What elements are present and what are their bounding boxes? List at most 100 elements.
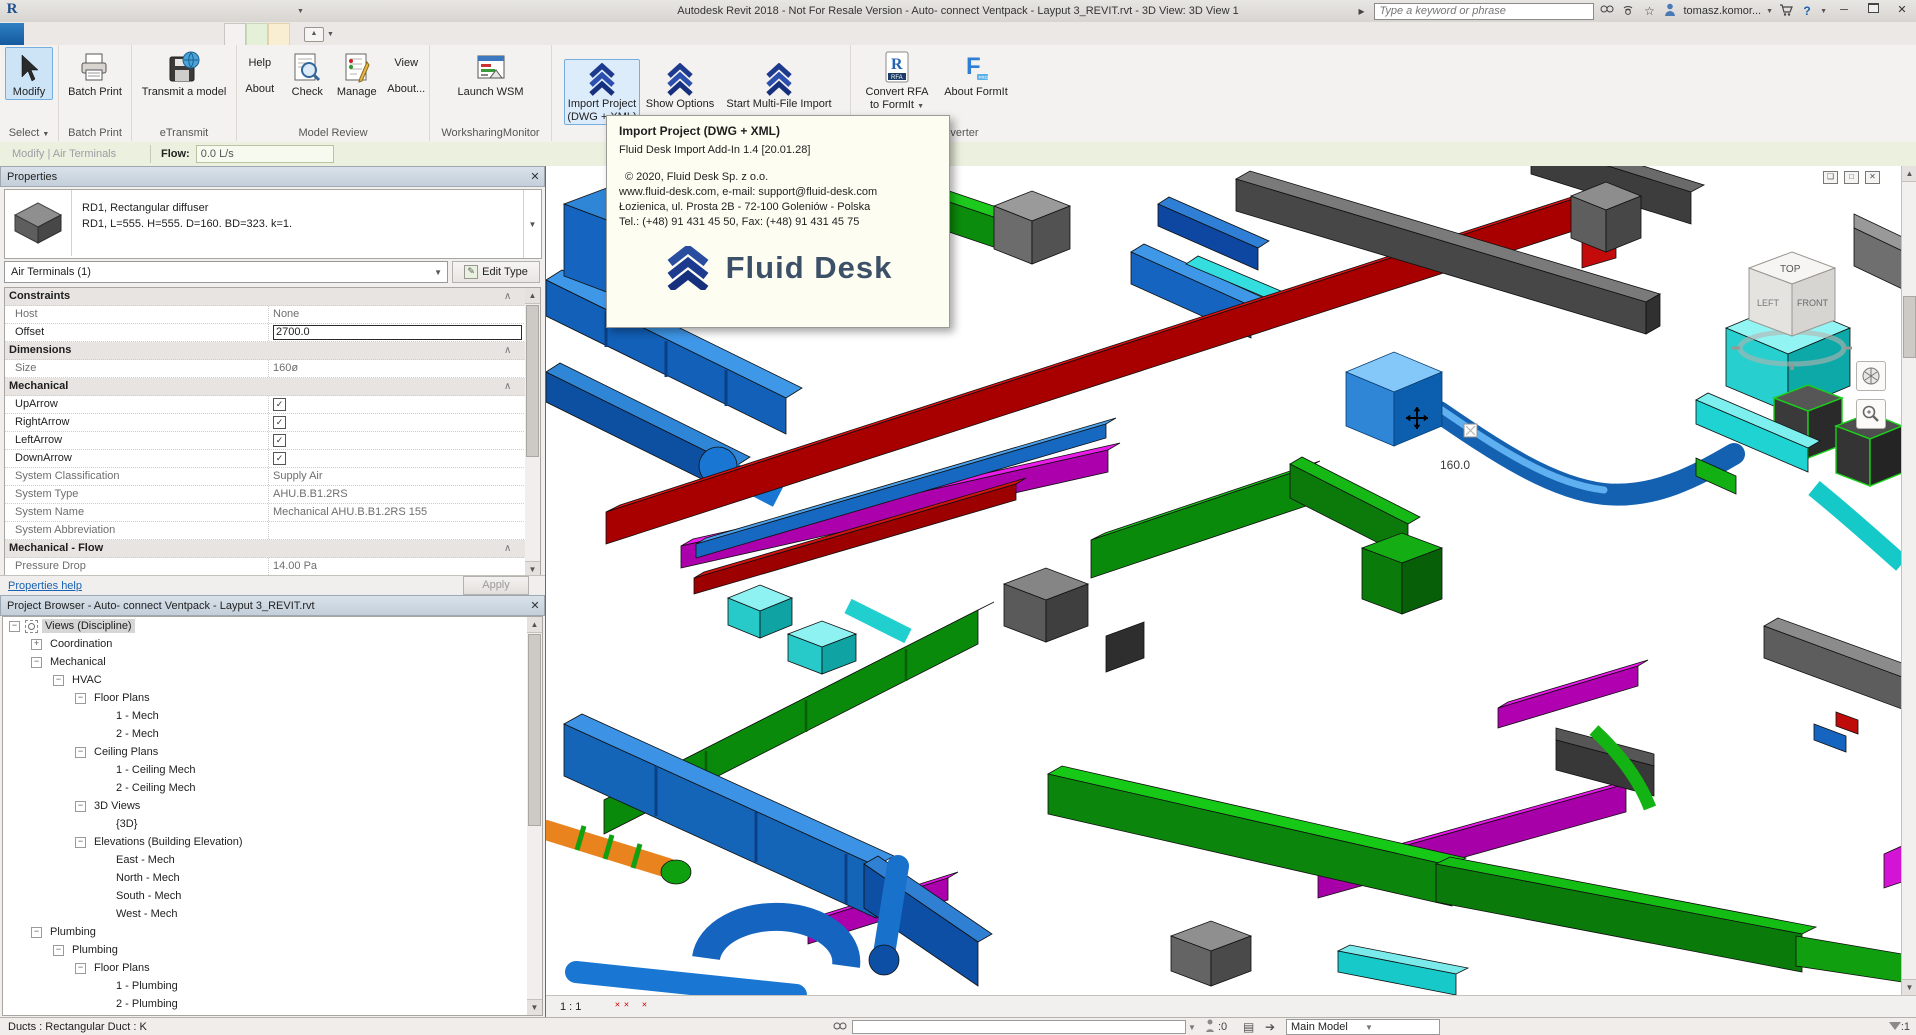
view-restore-icon[interactable]: ❏ (1823, 171, 1838, 184)
view-close-icon[interactable]: ✕ (1865, 171, 1880, 184)
property-row[interactable]: Size ✓160ø ∧ (5, 360, 526, 378)
design-options-combo[interactable]: Main Model▼ (1286, 1019, 1440, 1035)
ribbon-collapse-control[interactable]: ▲▼ (304, 27, 334, 42)
qat-icon[interactable] (208, 3, 224, 19)
help-icon[interactable]: ? (1799, 4, 1815, 18)
properties-close-icon[interactable]: ✕ (526, 170, 544, 183)
qat-icon[interactable] (64, 3, 80, 19)
view-maximize-icon[interactable]: □ (1844, 171, 1859, 184)
ribbon-tab[interactable] (84, 23, 104, 45)
ribbon-tab[interactable] (64, 23, 84, 45)
tree-item[interactable]: − Elevations (Building Elevation) (3, 833, 529, 851)
qat-icon[interactable] (262, 3, 278, 19)
apply-button[interactable]: Apply (463, 576, 529, 595)
launch-wsm-button[interactable]: Launch WSM (440, 47, 542, 100)
ribbon-tab[interactable] (246, 23, 268, 45)
property-row[interactable]: Offset ✓2700.0 ∧ (5, 324, 526, 342)
element-filter-combo[interactable]: Air Terminals (1)▼ (4, 261, 448, 283)
type-selector[interactable]: RD1, Rectangular diffuser RD1, L=555. H=… (4, 189, 542, 259)
infocenter-toggle-icon[interactable]: ▸ (1353, 4, 1369, 18)
tree-item[interactable]: 2 - Mech (3, 725, 529, 743)
qat-icon[interactable] (154, 3, 170, 19)
modify-button[interactable]: Modify (5, 47, 53, 100)
tree-toggle-icon[interactable]: − (75, 693, 86, 704)
property-row[interactable]: Mechanical ✓ ∧ (5, 378, 526, 396)
view-button[interactable]: View (384, 57, 430, 69)
ribbon-tab[interactable] (0, 23, 24, 45)
user-menu-caret-icon[interactable]: ▼ (1766, 8, 1773, 15)
tree-toggle-icon[interactable]: − (53, 675, 64, 686)
tree-item[interactable]: 1 - Mech (3, 707, 529, 725)
tree-toggle-icon[interactable]: − (31, 927, 42, 938)
tree-item[interactable]: North - Mech (3, 869, 529, 887)
worksets-dialog-icon[interactable]: ▤ (1243, 1020, 1254, 1034)
ribbon-tab[interactable] (24, 23, 44, 45)
tree-item[interactable]: South - Mech (3, 887, 529, 905)
tree-toggle-icon[interactable]: − (75, 747, 86, 758)
tree-toggle-icon[interactable]: − (53, 945, 64, 956)
ribbon-tab[interactable] (164, 23, 184, 45)
tree-item[interactable]: West - Mech (3, 905, 529, 923)
tree-item[interactable]: 1 - Plumbing (3, 977, 529, 995)
tree-item[interactable]: 2 - Ceiling Mech (3, 779, 529, 797)
tree-item[interactable]: − 3D Views (3, 797, 529, 815)
steering-wheel-icon[interactable] (1856, 361, 1886, 391)
transmit-model-button[interactable]: Transmit a model (135, 47, 233, 100)
qat-icon[interactable] (226, 3, 242, 19)
zoom-tool-icon[interactable] (1856, 399, 1886, 429)
tree-item[interactable]: − HVAC (3, 671, 529, 689)
ribbon-tab[interactable] (184, 23, 204, 45)
ribbon-tab[interactable] (268, 23, 290, 45)
editable-only-icon[interactable]: ➔ (1265, 1020, 1275, 1034)
view-scrollbar[interactable]: ▲ ▼ (1901, 166, 1916, 995)
tree-item[interactable]: − Floor Plans (3, 689, 529, 707)
tree-item[interactable]: East - Mech (3, 851, 529, 869)
tree-item[interactable]: − Ceiling Plans (3, 743, 529, 761)
tree-item[interactable]: + Coordination (3, 635, 529, 653)
property-row[interactable]: DownArrow ✓ ∧ (5, 450, 526, 468)
scale-button[interactable]: 1 : 1 (560, 1001, 581, 1013)
status-caret-icon[interactable]: ▼ (1188, 1023, 1196, 1032)
tree-toggle-icon[interactable]: − (75, 801, 86, 812)
flow-input[interactable] (196, 145, 334, 163)
about-button[interactable]: About (237, 83, 283, 95)
qat-icon[interactable] (136, 3, 152, 19)
help-menu-caret-icon[interactable]: ▼ (1820, 8, 1827, 15)
start-multi-file-import-button[interactable]: Start Multi-File Import (720, 59, 838, 112)
qat-icon[interactable] (82, 3, 98, 19)
app-store-cart-icon[interactable] (1778, 4, 1794, 19)
ribbon-tab[interactable] (124, 23, 144, 45)
tree-toggle-icon[interactable]: − (75, 963, 86, 974)
ribbon-tab[interactable] (44, 23, 64, 45)
about-formit-button[interactable]: FPRO About FormIt (937, 47, 1015, 100)
tree-item[interactable]: 1 - Ceiling Mech (3, 761, 529, 779)
property-row[interactable]: System Classification ✓Supply Air ∧ (5, 468, 526, 486)
communication-center-icon[interactable] (1620, 4, 1636, 19)
qat-icon[interactable] (172, 3, 188, 19)
editable-worksets-icon[interactable] (1204, 1019, 1216, 1035)
tree-item[interactable]: {3D} (3, 815, 529, 833)
property-row[interactable]: System Name ✓Mechanical AHU.B.B1.2RS 155… (5, 504, 526, 522)
scroll-up-icon[interactable]: ▲ (527, 617, 542, 633)
tree-item[interactable]: − Plumbing (3, 941, 529, 959)
property-row[interactable]: LeftArrow ✓ ∧ (5, 432, 526, 450)
tree-toggle-icon[interactable]: − (9, 621, 20, 632)
ribbon-tab[interactable] (204, 23, 224, 45)
filter-icon[interactable]: :1 (1889, 1021, 1910, 1033)
property-row[interactable]: Mechanical - Flow ✓ ∧ (5, 540, 526, 558)
convert-rfa-button[interactable]: RRFA Convert RFAto FormIt ▼ (859, 47, 935, 114)
tree-toggle-icon[interactable]: − (75, 837, 86, 848)
viewcube[interactable]: TOP LEFT FRONT (1727, 236, 1857, 381)
qat-icon[interactable] (280, 3, 296, 19)
panel-label-select[interactable]: Select ▼ (0, 125, 58, 141)
search-icon[interactable] (1599, 4, 1615, 19)
scroll-up-icon[interactable]: ▲ (525, 288, 540, 304)
restore-button[interactable] (1861, 3, 1885, 19)
property-row[interactable]: Host ✓None ∧ (5, 306, 526, 324)
favorites-icon[interactable]: ☆ (1641, 4, 1657, 18)
tree-item[interactable]: − Mechanical (3, 653, 529, 671)
batch-print-button[interactable]: Batch Print (59, 47, 131, 100)
qat-icon[interactable] (100, 3, 116, 19)
tree-item[interactable]: 2 - Plumbing (3, 995, 529, 1013)
check-button[interactable]: Check (285, 47, 331, 100)
